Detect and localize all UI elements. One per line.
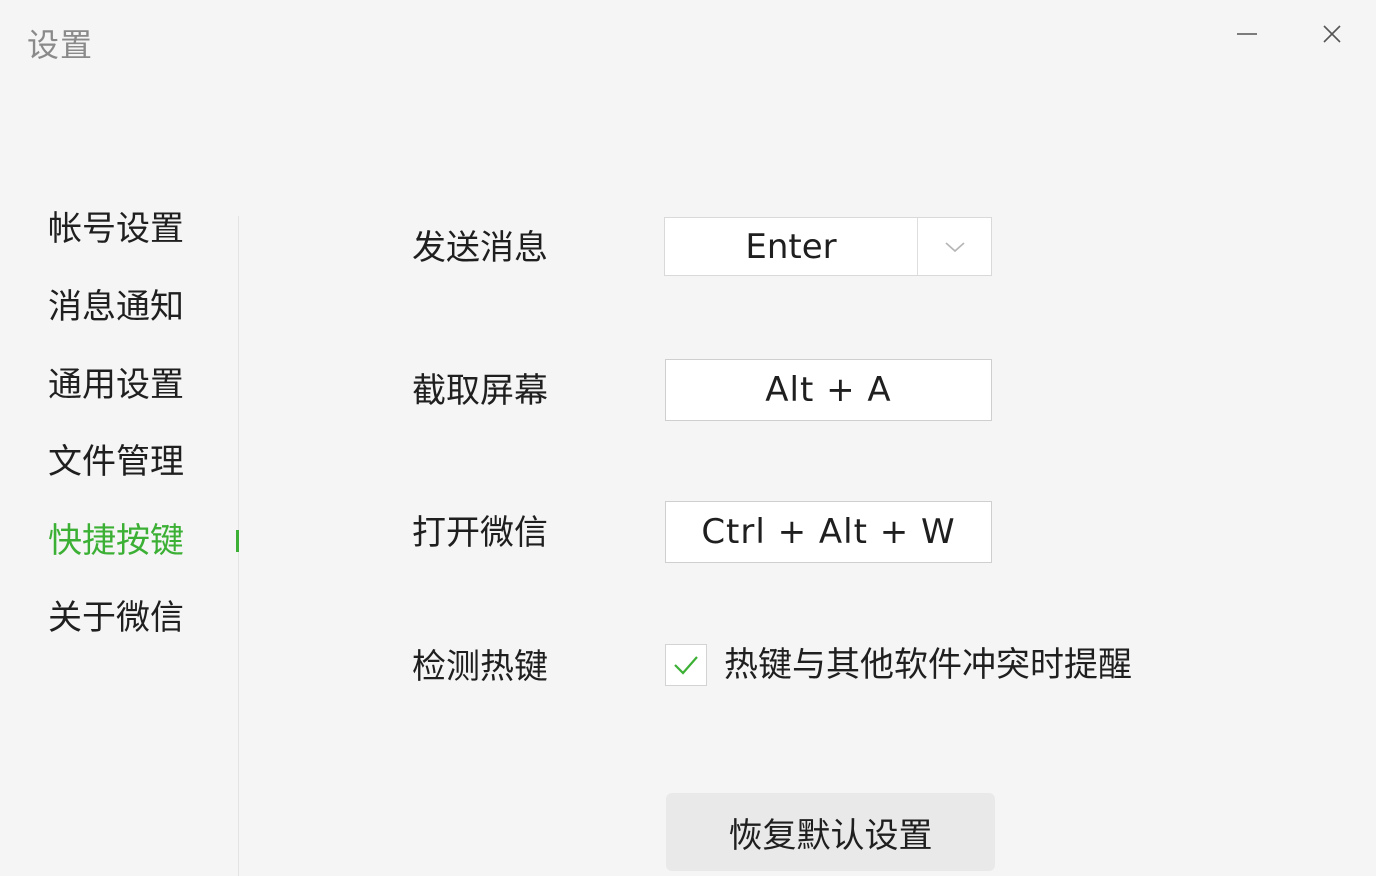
detect-hotkey-label: 检测热键 (412, 647, 548, 687)
close-icon (1323, 25, 1341, 43)
sidebar-item-general[interactable]: 通用设置 (48, 360, 184, 410)
conflict-alert-label[interactable]: 热键与其他软件冲突时提醒 (724, 640, 1132, 690)
minimize-icon (1237, 33, 1257, 35)
screenshot-label: 截取屏幕 (412, 371, 548, 411)
send-message-label: 发送消息 (412, 228, 548, 268)
open-wechat-label: 打开微信 (412, 513, 548, 553)
active-indicator (236, 530, 239, 552)
close-button[interactable] (1312, 14, 1352, 54)
send-message-dropdown-button[interactable] (918, 218, 991, 275)
chevron-down-icon (944, 241, 965, 252)
send-message-select[interactable]: Enter (664, 217, 992, 276)
settings-window: 设置 帐号设置 消息通知 通用设置 文件管理 快捷按键 关于微信 发送消息 En… (0, 0, 1376, 876)
conflict-alert-checkbox[interactable] (665, 644, 707, 686)
window-title: 设置 (27, 26, 94, 64)
sidebar-item-about[interactable]: 关于微信 (48, 593, 184, 643)
sidebar-item-notifications[interactable]: 消息通知 (48, 282, 184, 332)
screenshot-hotkey-field[interactable]: Alt + A (665, 359, 992, 421)
restore-defaults-button[interactable]: 恢复默认设置 (666, 793, 995, 871)
sidebar-item-shortcuts[interactable]: 快捷按键 (48, 516, 184, 566)
minimize-button[interactable] (1227, 14, 1267, 54)
send-message-value: Enter (665, 218, 918, 275)
checkmark-icon (674, 656, 698, 675)
sidebar-item-files[interactable]: 文件管理 (48, 437, 184, 487)
sidebar-item-account[interactable]: 帐号设置 (48, 204, 184, 254)
open-wechat-hotkey-field[interactable]: Ctrl + Alt + W (665, 501, 992, 563)
